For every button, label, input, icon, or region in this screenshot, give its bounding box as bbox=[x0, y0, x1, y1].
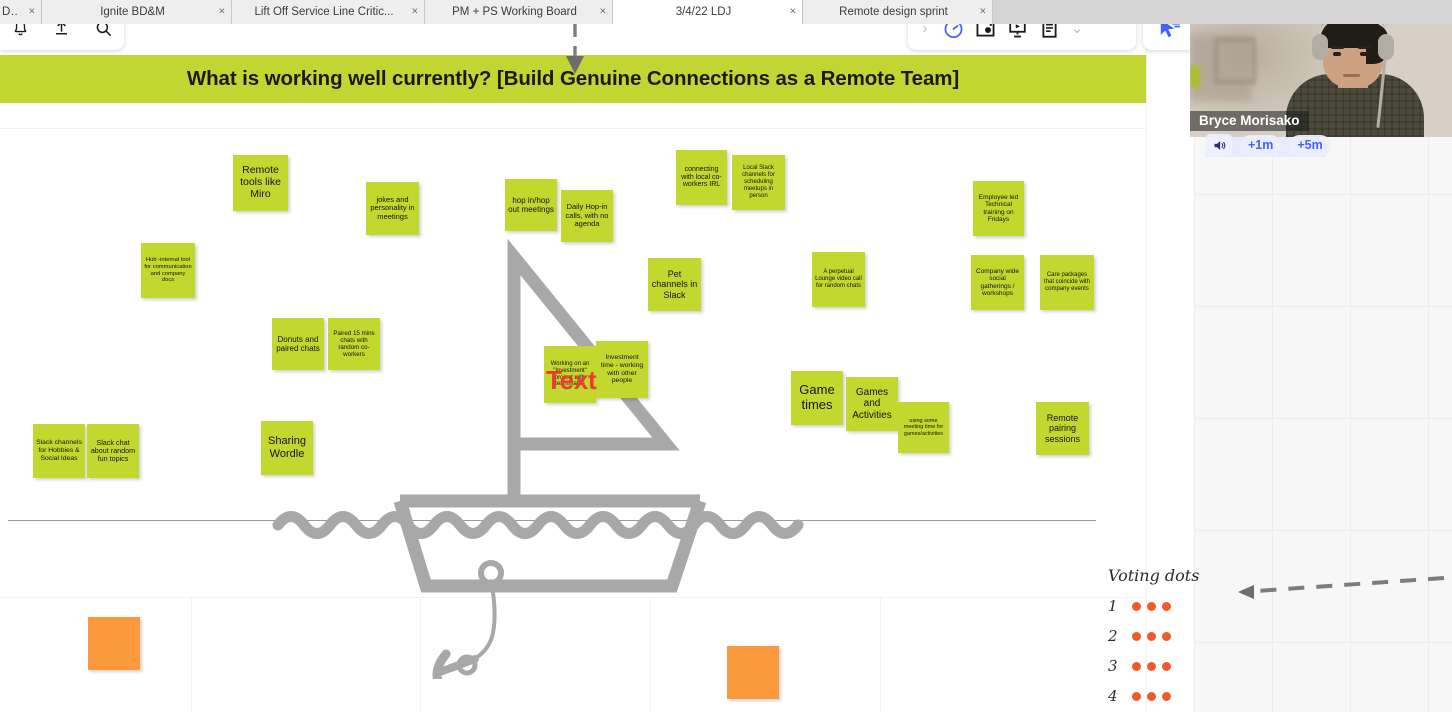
sticky-note[interactable]: Remote tools like Miro bbox=[233, 155, 288, 211]
voting-dots-legend: Voting dots 12345 bbox=[1108, 566, 1218, 712]
browser-tab[interactable]: Remote design sprint × bbox=[803, 0, 993, 24]
sticky-note[interactable]: Hub -internal tool for communication and… bbox=[141, 243, 195, 298]
participant-eye-right bbox=[1360, 52, 1368, 56]
voting-row-number: 1 bbox=[1108, 597, 1118, 615]
sticky-note[interactable]: Game times bbox=[791, 371, 843, 425]
voting-dot[interactable] bbox=[1132, 631, 1141, 641]
voting-dot[interactable] bbox=[1162, 661, 1171, 671]
background-green-strip bbox=[1190, 66, 1200, 88]
voting-dot[interactable] bbox=[1147, 691, 1156, 701]
participant-brow-left bbox=[1331, 46, 1344, 49]
sticky-note[interactable]: Care packages that coincide with company… bbox=[1040, 255, 1094, 310]
sticky-note[interactable]: Games and Activities bbox=[846, 377, 898, 431]
sticky-note[interactable]: Daily Hop-in calls, with no agenda bbox=[561, 190, 613, 242]
voting-dot-group bbox=[1132, 691, 1171, 701]
speaker-button[interactable] bbox=[1206, 134, 1232, 156]
participant-mouth bbox=[1343, 74, 1360, 77]
voting-row-number: 2 bbox=[1108, 627, 1118, 645]
frame-divider bbox=[0, 128, 1146, 129]
browser-tab[interactable]: Lift Off Service Line Critic... × bbox=[232, 0, 425, 24]
voting-row: 2 bbox=[1108, 621, 1218, 651]
voting-dot[interactable] bbox=[1162, 691, 1171, 701]
voting-row: 1 bbox=[1108, 591, 1218, 621]
sticky-note[interactable]: using some meeting time for games/activi… bbox=[898, 402, 949, 453]
browser-tab-label: D... bbox=[2, 6, 19, 18]
frame-divider bbox=[0, 597, 1146, 598]
sticky-note[interactable]: Pet channels in Slack bbox=[648, 258, 701, 311]
frame-divider bbox=[880, 597, 881, 712]
sticky-note[interactable]: hop in/hop out meetings bbox=[505, 179, 557, 231]
close-icon[interactable]: × bbox=[412, 6, 418, 18]
browser-tab-active[interactable]: 3/4/22 LDJ × bbox=[613, 0, 803, 24]
frame-header-banner: What is working well currently? [Build G… bbox=[0, 55, 1146, 103]
sticky-note[interactable]: Slack chat about random fun topics bbox=[87, 424, 139, 478]
miro-board-window: D... × Ignite BD&M × Lift Off Service Li… bbox=[0, 0, 1452, 712]
sticky-note[interactable]: Company wide social gatherings / worksho… bbox=[971, 255, 1024, 310]
browser-tab-label: Remote design sprint bbox=[839, 6, 948, 18]
browser-tab[interactable]: PM + PS Working Board × bbox=[425, 0, 613, 24]
voting-dot[interactable] bbox=[1147, 601, 1156, 611]
frame-divider bbox=[420, 597, 421, 712]
add-five-minutes-button[interactable]: +5m bbox=[1289, 134, 1331, 156]
sticky-note[interactable]: Donuts and paired chats bbox=[272, 318, 324, 370]
browser-tab-strip: D... × Ignite BD&M × Lift Off Service Li… bbox=[0, 0, 1452, 24]
sailboat-illustration bbox=[272, 238, 804, 679]
voting-row: 4 bbox=[1108, 681, 1218, 711]
add-one-minute-button[interactable]: +1m bbox=[1240, 134, 1282, 156]
sticky-note[interactable]: Investment time - working with other peo… bbox=[596, 341, 648, 398]
waterline bbox=[8, 520, 1096, 521]
voting-dot-group bbox=[1132, 661, 1171, 671]
voting-dot[interactable] bbox=[1147, 661, 1156, 671]
sticky-note[interactable]: Slack channels for Hobbies & Social Idea… bbox=[33, 424, 85, 478]
voting-dot[interactable] bbox=[1147, 631, 1156, 641]
voting-dot[interactable] bbox=[1132, 691, 1141, 701]
voting-rows: 12345 bbox=[1108, 591, 1218, 712]
participant-brow-right bbox=[1358, 46, 1371, 49]
sticky-note[interactable]: Remote pairing sessions bbox=[1036, 402, 1089, 455]
voting-dot[interactable] bbox=[1162, 631, 1171, 641]
browser-tab[interactable]: D... × bbox=[0, 0, 42, 24]
voting-row-number: 4 bbox=[1108, 687, 1118, 705]
participant-eye-left bbox=[1333, 52, 1341, 56]
sticky-note[interactable]: Local Slack channels for scheduling meet… bbox=[732, 155, 785, 210]
frame-title: What is working well currently? [Build G… bbox=[186, 67, 960, 90]
browser-tab-label: 3/4/22 LDJ bbox=[675, 6, 732, 18]
frame-divider bbox=[650, 597, 651, 712]
voting-row: 3 bbox=[1108, 651, 1218, 681]
close-icon[interactable]: × bbox=[219, 6, 225, 18]
browser-tab[interactable]: Ignite BD&M × bbox=[42, 0, 232, 24]
sticky-note[interactable]: Paired 15 mins chats with random co-work… bbox=[328, 318, 380, 370]
sticky-note[interactable]: jokes and personality in meetings bbox=[366, 182, 419, 235]
voting-row-number: 3 bbox=[1108, 657, 1118, 675]
browser-tab-label: Lift Off Service Line Critic... bbox=[254, 6, 394, 18]
voting-dot-group bbox=[1132, 601, 1171, 611]
sticky-note[interactable]: Employee led Technical training on Frida… bbox=[973, 181, 1024, 236]
background-picture-frame bbox=[1214, 38, 1256, 84]
orange-sticky-note[interactable] bbox=[727, 646, 779, 699]
voting-dot[interactable] bbox=[1132, 601, 1141, 611]
participant-name-label: Bryce Morisako bbox=[1190, 111, 1309, 131]
headphone-earcup-left bbox=[1312, 34, 1328, 60]
text-element[interactable]: Text bbox=[546, 365, 597, 396]
voting-dot-group bbox=[1132, 631, 1171, 641]
close-icon[interactable]: × bbox=[600, 6, 606, 18]
voting-dot[interactable] bbox=[1162, 601, 1171, 611]
timer-controls: +1m +5m bbox=[1206, 132, 1331, 158]
frame-divider bbox=[191, 597, 192, 712]
close-icon[interactable]: × bbox=[790, 6, 796, 18]
tab-strip-filler bbox=[993, 0, 1452, 24]
headphone-earcup-right bbox=[1378, 34, 1394, 60]
browser-tab-label: Ignite BD&M bbox=[100, 6, 165, 18]
voting-dot[interactable] bbox=[1132, 661, 1141, 671]
sticky-note[interactable]: Sharing Wordle bbox=[261, 421, 313, 475]
close-icon[interactable]: × bbox=[29, 6, 35, 18]
close-icon[interactable]: × bbox=[980, 6, 986, 18]
orange-sticky-note[interactable] bbox=[88, 617, 140, 670]
browser-tab-label: PM + PS Working Board bbox=[452, 6, 577, 18]
sticky-note[interactable]: A perpetual Lounge video call for random… bbox=[812, 252, 865, 307]
speaker-icon bbox=[1214, 140, 1225, 150]
sticky-note[interactable]: connecting with local co-workers IRL bbox=[676, 150, 727, 205]
voting-dots-title: Voting dots bbox=[1108, 566, 1200, 585]
